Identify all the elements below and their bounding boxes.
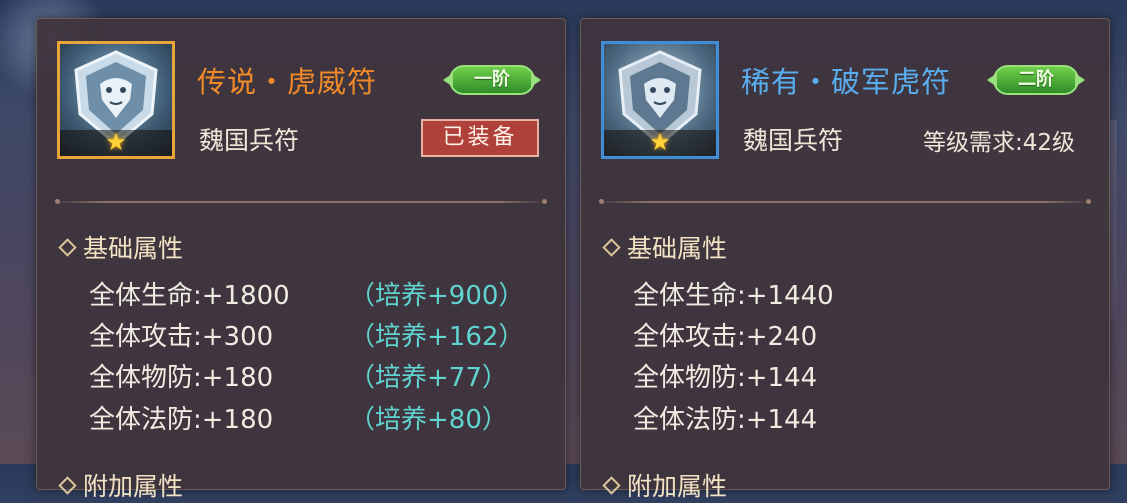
star-icon: ★ — [649, 128, 671, 156]
diamond-bullet-icon — [58, 237, 77, 257]
divider — [599, 199, 1091, 204]
stat-attack: 全体攻击:+240 — [633, 322, 818, 352]
item-card-equipped: ★ 传说・虎威符 一阶 魏国兵符 已装备 基础属性 全体生命:+1800 （培养… — [36, 18, 566, 501]
cultivate-phys-def: （培养+77） — [349, 363, 508, 393]
rank-badge: 一阶 — [449, 65, 535, 95]
section-base-attributes: 基础属性 — [58, 229, 184, 265]
stat-phys-def: 全体物防:+144 — [633, 363, 818, 393]
item-faction: 魏国兵符 — [199, 126, 300, 155]
diamond-bullet-icon — [602, 475, 621, 495]
section-title-text: 附加属性 — [627, 472, 728, 501]
stat-hp: 全体生命:+1800 — [89, 281, 290, 311]
equipped-badge: 已装备 — [421, 119, 539, 157]
divider — [55, 199, 547, 204]
stat-hp: 全体生命:+1440 — [633, 281, 834, 311]
stat-attack: 全体攻击:+300 — [89, 322, 274, 352]
section-title-text: 基础属性 — [627, 234, 728, 263]
item-card-compare: ★ 稀有・破军虎符 二阶 魏国兵符 等级需求:42级 基础属性 全体生命:+14… — [580, 18, 1110, 501]
diamond-bullet-icon — [58, 475, 77, 495]
diamond-bullet-icon — [602, 237, 621, 257]
star-icon: ★ — [105, 128, 127, 156]
section-extra-attributes: 附加属性 — [602, 467, 728, 503]
cultivate-magic-def: （培养+80） — [349, 405, 508, 435]
cultivate-attack: （培养+162） — [349, 322, 525, 352]
section-extra-attributes: 附加属性 — [58, 467, 184, 503]
item-name: 稀有・破军虎符 — [741, 65, 952, 99]
level-requirement: 等级需求:42级 — [923, 130, 1076, 156]
section-title-text: 附加属性 — [83, 472, 184, 501]
cultivate-hp: （培养+900） — [349, 281, 525, 311]
stat-magic-def: 全体法防:+144 — [633, 405, 818, 435]
stat-phys-def: 全体物防:+180 — [89, 363, 274, 393]
icon-star-bar: ★ — [604, 130, 716, 156]
section-title-text: 基础属性 — [83, 234, 184, 263]
section-base-attributes: 基础属性 — [602, 229, 728, 265]
item-name: 传说・虎威符 — [197, 65, 378, 99]
icon-star-bar: ★ — [60, 130, 172, 156]
stat-magic-def: 全体法防:+180 — [89, 405, 274, 435]
item-faction: 魏国兵符 — [743, 126, 844, 155]
item-icon-legendary[interactable]: ★ — [57, 41, 175, 159]
item-icon-rare[interactable]: ★ — [601, 41, 719, 159]
rank-badge: 二阶 — [993, 65, 1079, 95]
